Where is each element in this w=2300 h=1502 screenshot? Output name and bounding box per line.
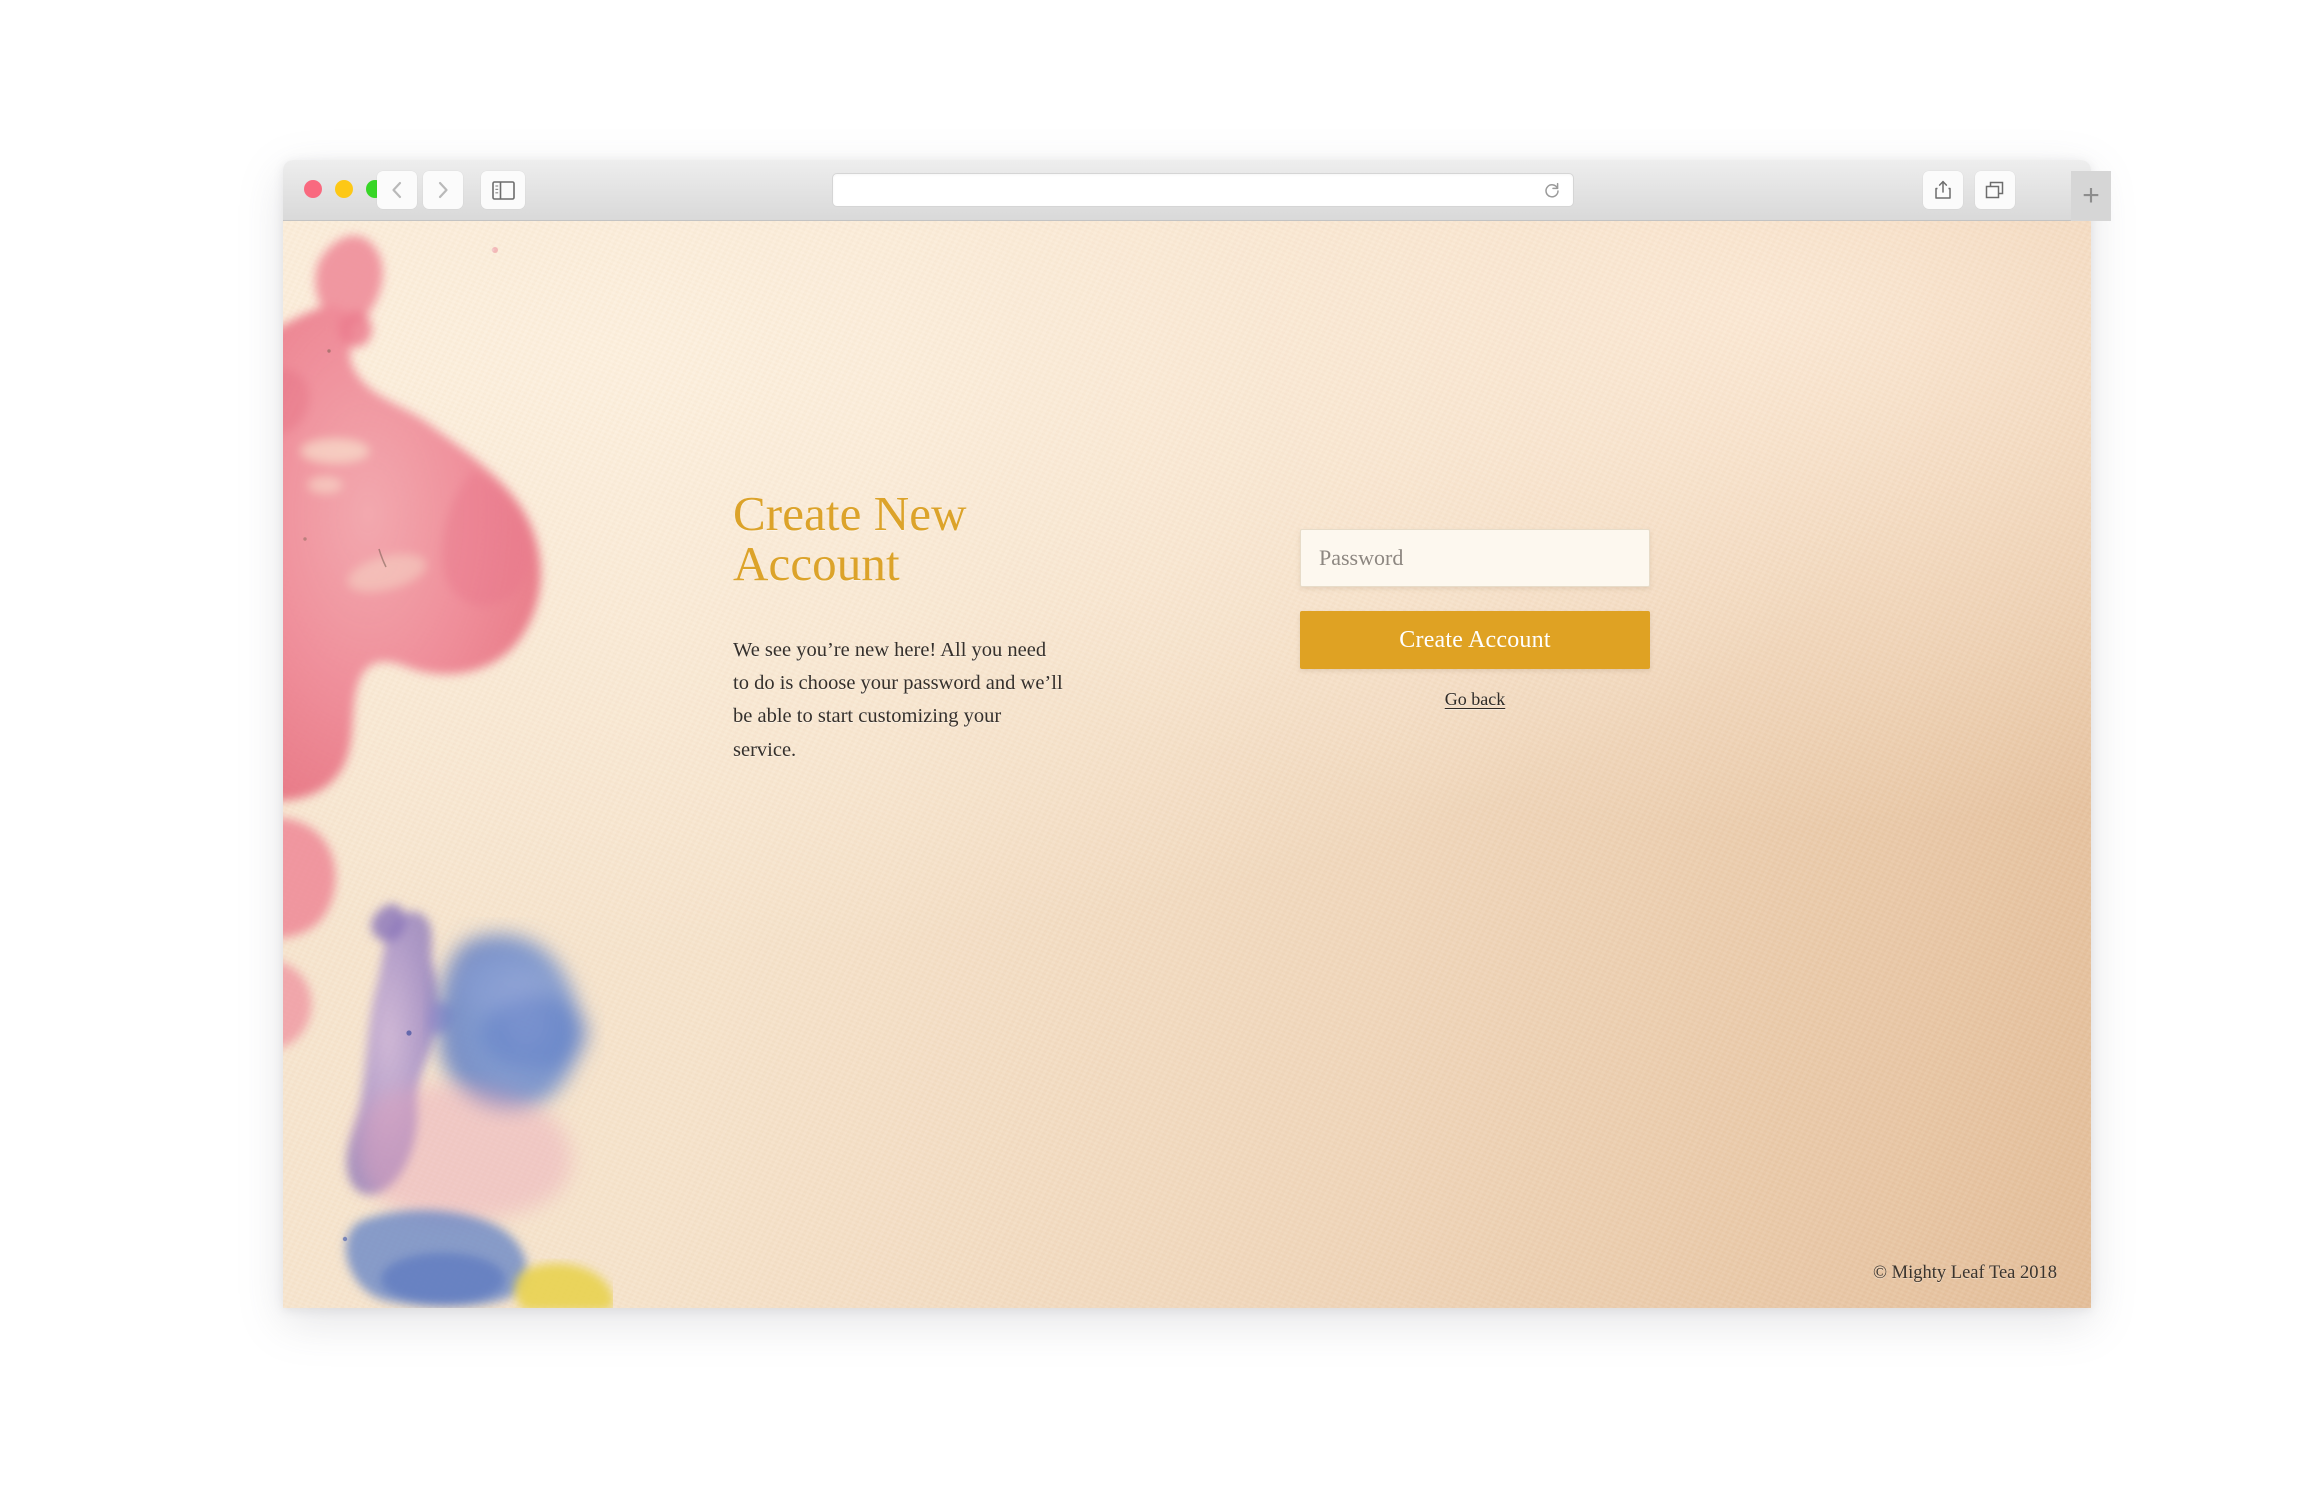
back-button[interactable] — [377, 171, 417, 209]
share-icon — [1935, 180, 1951, 199]
forward-button[interactable] — [423, 171, 463, 209]
sidebar-icon — [491, 180, 515, 200]
signup-form: Create Account Go back — [1300, 529, 1650, 710]
address-input[interactable] — [833, 174, 1573, 206]
page-description: We see you’re new here! All you need to … — [733, 638, 1063, 761]
password-input[interactable] — [1300, 529, 1650, 587]
screenshot-root: + Create New Account We see you’re new h… — [0, 0, 2300, 1502]
browser-titlebar: + — [283, 160, 2111, 221]
go-back-link[interactable]: Go back — [1300, 689, 1650, 710]
create-account-button[interactable]: Create Account — [1300, 611, 1650, 669]
page-title: Create New Account — [733, 486, 967, 592]
browser-window: + Create New Account We see you’re new h… — [283, 160, 2111, 1308]
tab-overview-button[interactable] — [1975, 171, 2015, 209]
chevron-left-icon — [392, 181, 402, 199]
watercolor-artwork — [283, 235, 613, 1308]
share-button[interactable] — [1923, 171, 1963, 209]
sidebar-toggle-button[interactable] — [481, 171, 525, 209]
address-bar[interactable] — [832, 173, 1574, 207]
chevron-right-icon — [438, 181, 448, 199]
page-viewport: Create New Account We see you’re new her… — [283, 221, 2091, 1308]
new-tab-button[interactable]: + — [2071, 171, 2111, 221]
navigation-buttons — [377, 171, 525, 209]
intro-copy: Create New Account We see you’re new her… — [733, 486, 1093, 767]
reload-icon[interactable] — [1543, 181, 1561, 201]
footer-copyright: © Mighty Leaf Tea 2018 — [1872, 1263, 2057, 1283]
window-controls — [304, 180, 384, 198]
minimize-window-button[interactable] — [335, 180, 353, 198]
tabs-icon — [1985, 181, 2004, 199]
close-window-button[interactable] — [304, 180, 322, 198]
paper-texture — [283, 221, 2091, 1308]
toolbar-right — [1923, 171, 2015, 209]
